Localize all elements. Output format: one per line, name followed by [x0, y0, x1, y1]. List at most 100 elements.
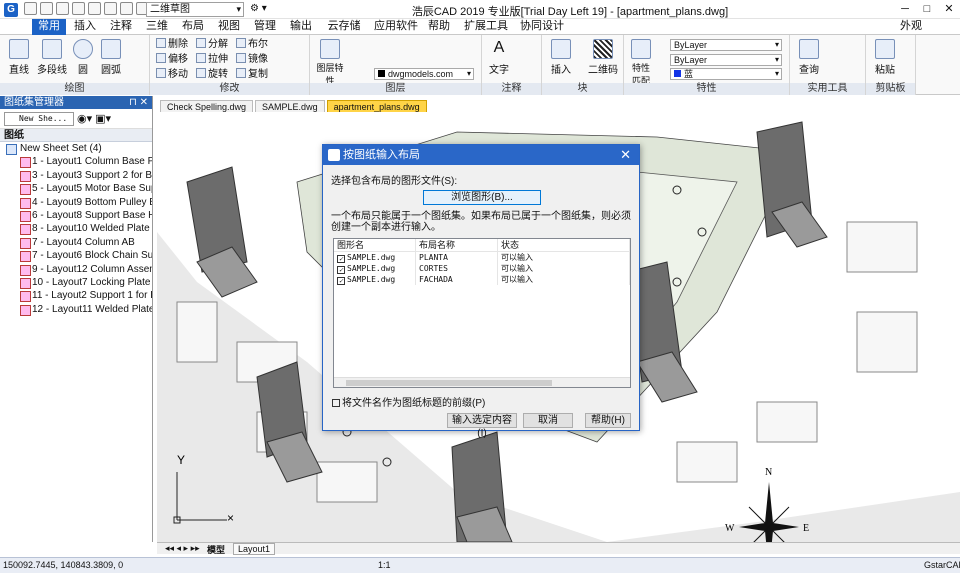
- paste-button[interactable]: 粘贴: [870, 37, 900, 76]
- ucs-y-label: Y: [177, 453, 185, 467]
- sheet-set-root[interactable]: New Sheet Set (4): [0, 142, 152, 156]
- tab-extensions[interactable]: 扩展工具: [460, 19, 512, 35]
- layout-row[interactable]: ✓ SAMPLE.dwg FACHADA 可以输入: [334, 274, 630, 285]
- rotate-button[interactable]: 旋转: [196, 68, 228, 81]
- svg-text:×: ×: [227, 511, 234, 525]
- layout-row[interactable]: ✓ SAMPLE.dwg CORTES 可以输入: [334, 263, 630, 274]
- redo-icon[interactable]: [120, 2, 133, 15]
- sheet-set-select[interactable]: New She...: [4, 111, 74, 126]
- undo-icon[interactable]: [104, 2, 117, 15]
- title-bar: G 二维草图 ⚙ ▾ 浩辰CAD 2019 专业版[Trial Day Left…: [0, 0, 960, 19]
- doc-tab-sample[interactable]: SAMPLE.dwg: [255, 100, 325, 112]
- sheet-options-icon[interactable]: ◉▾: [77, 112, 92, 125]
- layout-list-scrollbar[interactable]: [334, 377, 630, 387]
- tab-home[interactable]: 常用: [32, 19, 66, 35]
- doc-tab-apartment-plans[interactable]: apartment_plans.dwg: [326, 100, 427, 112]
- linetype-select[interactable]: ByLayer: [670, 39, 782, 51]
- close-icon[interactable]: ✕: [938, 0, 960, 18]
- stretch-button[interactable]: 拉伸: [196, 53, 228, 66]
- query-button[interactable]: 查询: [794, 37, 824, 76]
- boolean-button[interactable]: 布尔: [236, 38, 268, 51]
- lineweight-select[interactable]: ByLayer: [670, 54, 782, 66]
- browse-drawing-button[interactable]: 浏览图形(B)...: [423, 190, 541, 205]
- dialog-close-icon[interactable]: ✕: [620, 145, 631, 165]
- prefix-checkbox[interactable]: [332, 399, 340, 407]
- qrcode-button[interactable]: 二维码: [588, 37, 618, 76]
- polyline-button[interactable]: 多段线: [34, 37, 70, 76]
- erase-button[interactable]: 删除: [156, 38, 188, 51]
- tab-layout[interactable]: 布局: [178, 19, 208, 35]
- sheet-item[interactable]: 12 - Layout11 Welded Plate 2: [0, 303, 152, 317]
- scale-readout[interactable]: 1:1: [378, 558, 391, 573]
- row-checkbox[interactable]: ✓: [337, 266, 345, 274]
- col-status[interactable]: 状态: [498, 239, 630, 251]
- tab-collab[interactable]: 协同设计: [516, 19, 568, 35]
- tab-model[interactable]: 模型: [207, 543, 225, 556]
- tab-view[interactable]: 视图: [214, 19, 244, 35]
- tab-apps[interactable]: 应用软件: [370, 19, 422, 35]
- line-button[interactable]: 直线: [4, 37, 34, 76]
- copy-button[interactable]: 复制: [236, 68, 268, 81]
- maximize-icon[interactable]: □: [916, 0, 938, 18]
- row-checkbox[interactable]: ✓: [337, 277, 345, 285]
- sheet-item[interactable]: 8 - Layout10 Welded Plate 1: [0, 222, 152, 236]
- tab-cloud[interactable]: 云存储: [324, 19, 364, 35]
- row-checkbox[interactable]: ✓: [337, 255, 345, 263]
- sheet-item[interactable]: 7 - Layout4 Column AB: [0, 236, 152, 250]
- help-button[interactable]: 帮助(H): [585, 413, 631, 428]
- tab-nav-arrows-icon[interactable]: ◂◂ ◂ ▸ ▸▸: [165, 543, 200, 554]
- app-logo-icon[interactable]: G: [4, 3, 18, 17]
- panel-close-icon[interactable]: ⊓ ✕: [129, 96, 148, 109]
- tab-annotate[interactable]: 注释: [106, 19, 136, 35]
- explode-button[interactable]: 分解: [196, 38, 228, 51]
- sheet-item[interactable]: 9 - Layout12 Column Assemb: [0, 263, 152, 277]
- sheet-item[interactable]: 4 - Layout9 Bottom Pulley Ba: [0, 196, 152, 210]
- sheet-item[interactable]: 5 - Layout5 Motor Base Supp: [0, 182, 152, 196]
- mirror-button[interactable]: 镜像: [236, 53, 268, 66]
- color-select[interactable]: 蓝: [670, 68, 782, 80]
- tab-help[interactable]: 帮助: [424, 19, 454, 35]
- doc-tab-check-spelling[interactable]: Check Spelling.dwg: [160, 100, 254, 112]
- layer-select[interactable]: dwgmodels.com: [374, 68, 474, 80]
- offset-button[interactable]: 偏移: [156, 53, 188, 66]
- open-folder-icon[interactable]: [40, 2, 53, 15]
- new-file-icon[interactable]: [24, 2, 37, 15]
- cancel-button[interactable]: 取消: [523, 413, 573, 428]
- print-icon[interactable]: [88, 2, 101, 15]
- text-button[interactable]: A 文字: [484, 37, 514, 76]
- scrollbar-thumb[interactable]: [346, 380, 552, 386]
- publish-icon[interactable]: ▣▾: [95, 112, 111, 125]
- tab-layout1[interactable]: Layout1: [233, 543, 276, 555]
- window-controls: ─ □ ✕: [894, 0, 960, 18]
- tab-manage[interactable]: 管理: [250, 19, 280, 35]
- workspace-select[interactable]: 二维草图: [146, 2, 244, 17]
- sheet-item[interactable]: 3 - Layout3 Support 2 for Ba: [0, 169, 152, 183]
- save-icon[interactable]: [56, 2, 69, 15]
- arc-button[interactable]: 圆弧: [96, 37, 126, 76]
- import-selected-button[interactable]: 输入选定内容(I): [447, 413, 517, 439]
- tab-output[interactable]: 输出: [286, 19, 316, 35]
- sheets-section[interactable]: 图纸: [0, 129, 152, 142]
- insert-block-button[interactable]: 插入: [546, 37, 576, 76]
- col-drawing-name[interactable]: 图形名: [334, 239, 416, 251]
- layout-list[interactable]: 图形名 布局名称 状态 ✓ SAMPLE.dwg PLANTA 可以输入 ✓ SAMPL…: [333, 238, 631, 388]
- save-as-icon[interactable]: [72, 2, 85, 15]
- sheet-item[interactable]: 6 - Layout8 Support Base Hy: [0, 209, 152, 223]
- sheet-item[interactable]: 10 - Layout7 Locking Plate: [0, 276, 152, 290]
- sheet-item[interactable]: 11 - Layout2 Support 1 for Ba: [0, 289, 152, 303]
- layout-row[interactable]: ✓ SAMPLE.dwg PLANTA 可以输入: [334, 252, 630, 263]
- tab-insert[interactable]: 插入: [70, 19, 100, 35]
- appearance-menu[interactable]: 外观: [896, 19, 926, 35]
- sheet-item[interactable]: 1 - Layout1 Column Base Plat: [0, 155, 152, 169]
- minimize-icon[interactable]: ─: [894, 0, 916, 18]
- circle-button[interactable]: 圆: [68, 37, 98, 76]
- layer-properties-button[interactable]: 图层特性: [314, 37, 346, 87]
- move-button[interactable]: 移动: [156, 68, 188, 81]
- prefix-option[interactable]: 将文件名作为图纸标题的前缀(P): [332, 394, 485, 409]
- sheet-item[interactable]: 7 - Layout6 Block Chain Supp: [0, 249, 152, 263]
- match-properties-button[interactable]: 特性匹配: [628, 37, 654, 87]
- col-layout-name[interactable]: 布局名称: [416, 239, 498, 251]
- compass-n: N: [765, 467, 772, 478]
- tab-3d[interactable]: 三维: [142, 19, 172, 35]
- workspace-gear-icon[interactable]: ⚙ ▾: [250, 3, 267, 14]
